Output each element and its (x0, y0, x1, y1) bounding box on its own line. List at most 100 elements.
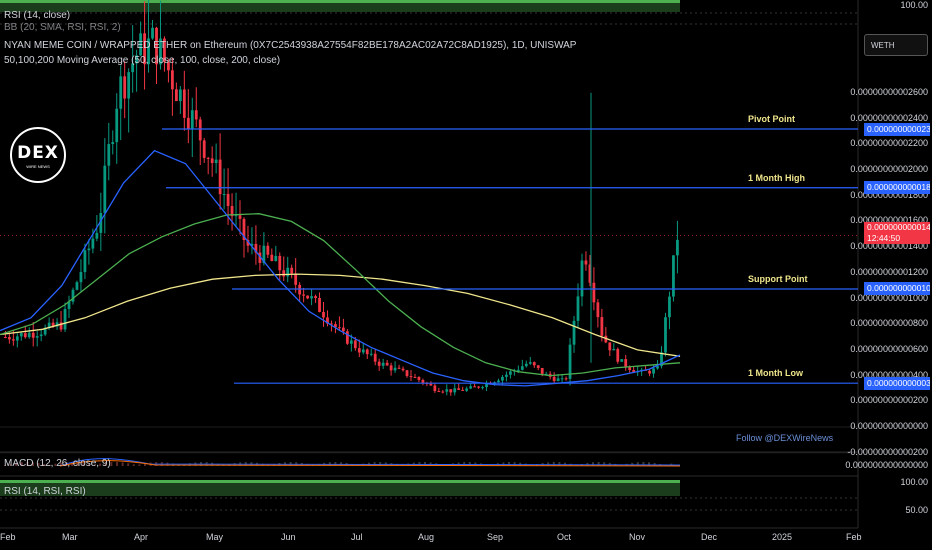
candle-body (620, 359, 624, 362)
time-axis-tick: Dec (701, 532, 718, 542)
candle-body (35, 336, 39, 338)
candle-body (413, 377, 417, 379)
candle-body (381, 362, 385, 366)
candle-body (461, 389, 465, 391)
price-axis-tick: 0.00000000002200 (850, 138, 928, 149)
candle-body (516, 369, 520, 371)
candle-body (63, 308, 67, 330)
ma-label: 50,100,200 Moving Average (50, close, 10… (4, 55, 281, 66)
level-price-tag: 0.00000000000341 (864, 376, 930, 390)
candle-body (234, 215, 238, 217)
candle-body (473, 386, 477, 388)
candle-body (178, 89, 182, 102)
candle-body (369, 353, 373, 355)
candle-body (580, 260, 584, 297)
candle-body (397, 367, 401, 369)
candle-body (672, 255, 675, 297)
candle-body (206, 157, 210, 159)
candle-body (194, 110, 198, 120)
candle-body (664, 317, 667, 353)
candle-body (576, 296, 580, 321)
price-axis-tick: 0.00000000000000 (850, 421, 928, 431)
macd-bar (121, 462, 124, 466)
candle-body (87, 248, 91, 251)
candle-body (7, 337, 11, 340)
rsi-bottom-label: RSI (14, RSI, RSI) (4, 486, 86, 497)
candle-body (314, 296, 317, 299)
rsi-top-label: RSI (14, close) (4, 10, 71, 21)
price-axis-tick: 0.00000000002400 (850, 112, 928, 123)
time-axis-tick: Aug (418, 532, 435, 542)
candle-body (556, 378, 560, 381)
candle-body (417, 377, 421, 380)
candle-body (182, 89, 186, 118)
candle-body (123, 76, 127, 99)
candle-body (290, 267, 294, 274)
candle-body (342, 327, 345, 332)
candle-body (656, 366, 659, 369)
candle-body (501, 376, 504, 381)
time-axis-tick: Feb (0, 532, 16, 542)
candle-body (218, 159, 222, 195)
price-axis-tick: 0.00000000002600 (850, 86, 928, 97)
ma50-line (0, 149, 681, 387)
candle-body (441, 391, 445, 393)
candle-body (198, 119, 202, 141)
candle-body (453, 388, 457, 393)
level-price-tag: 0.00000000001074 (864, 282, 930, 296)
candle-body (174, 89, 178, 102)
level-label: Pivot Point (748, 114, 795, 124)
candle-body (127, 72, 131, 99)
chart-title: NYAN MEME COIN / WRAPPED ETHER on Ethere… (4, 40, 577, 51)
time-axis-tick: 2025 (772, 532, 793, 542)
candle-body (676, 239, 679, 256)
candle-body (338, 327, 341, 329)
candle-body (15, 336, 19, 341)
time-axis-tick: Apr (134, 532, 149, 542)
candle-body (608, 342, 612, 351)
candle-body (624, 359, 628, 368)
candle-body (282, 270, 286, 277)
macd-bar (132, 464, 135, 466)
candle-body (437, 391, 441, 393)
candle-body (79, 272, 83, 283)
price-axis-tick: 0.00000000001200 (850, 266, 928, 277)
candle-body (186, 117, 190, 130)
candle-body (266, 245, 270, 255)
candle-body (457, 388, 461, 390)
candle-body (298, 284, 302, 295)
candle-body (616, 348, 620, 362)
candle-body (564, 378, 568, 380)
candle-body (274, 255, 278, 262)
candle-body (39, 334, 43, 337)
dex-logo: DEX WIRE NEWS (10, 127, 66, 183)
candle-body (210, 158, 214, 164)
candle-body (405, 370, 409, 377)
candle-body (31, 332, 35, 338)
time-axis-tick: Feb (846, 532, 862, 542)
candle-body (612, 348, 616, 351)
candle-body (393, 367, 397, 371)
candle-body (584, 260, 588, 265)
candle-body (365, 349, 369, 355)
macd-bar (116, 462, 118, 466)
candle-body (572, 320, 576, 345)
macd-axis-value: 0.000000000000000 (845, 460, 928, 470)
quote-selector[interactable]: WETH (864, 34, 928, 56)
level-label: 1 Month High (748, 172, 805, 183)
candle-body (668, 296, 671, 318)
candle-body (421, 379, 425, 383)
rsi-bottom-band-line (0, 480, 680, 483)
candle-body (83, 250, 87, 273)
level-price-tag: 0.00000000002319 (864, 122, 930, 136)
candle-body (27, 332, 31, 338)
candle-body (151, 27, 154, 39)
rsi-axis-50: 50.00 (905, 505, 928, 515)
candle-body (171, 70, 174, 90)
candle-body (103, 165, 107, 214)
candle-body (75, 282, 79, 290)
candle-body (628, 367, 632, 371)
candle-body (592, 282, 596, 303)
price-axis-tick: -0.00000000000200 (847, 446, 928, 457)
candle-body (111, 142, 115, 145)
